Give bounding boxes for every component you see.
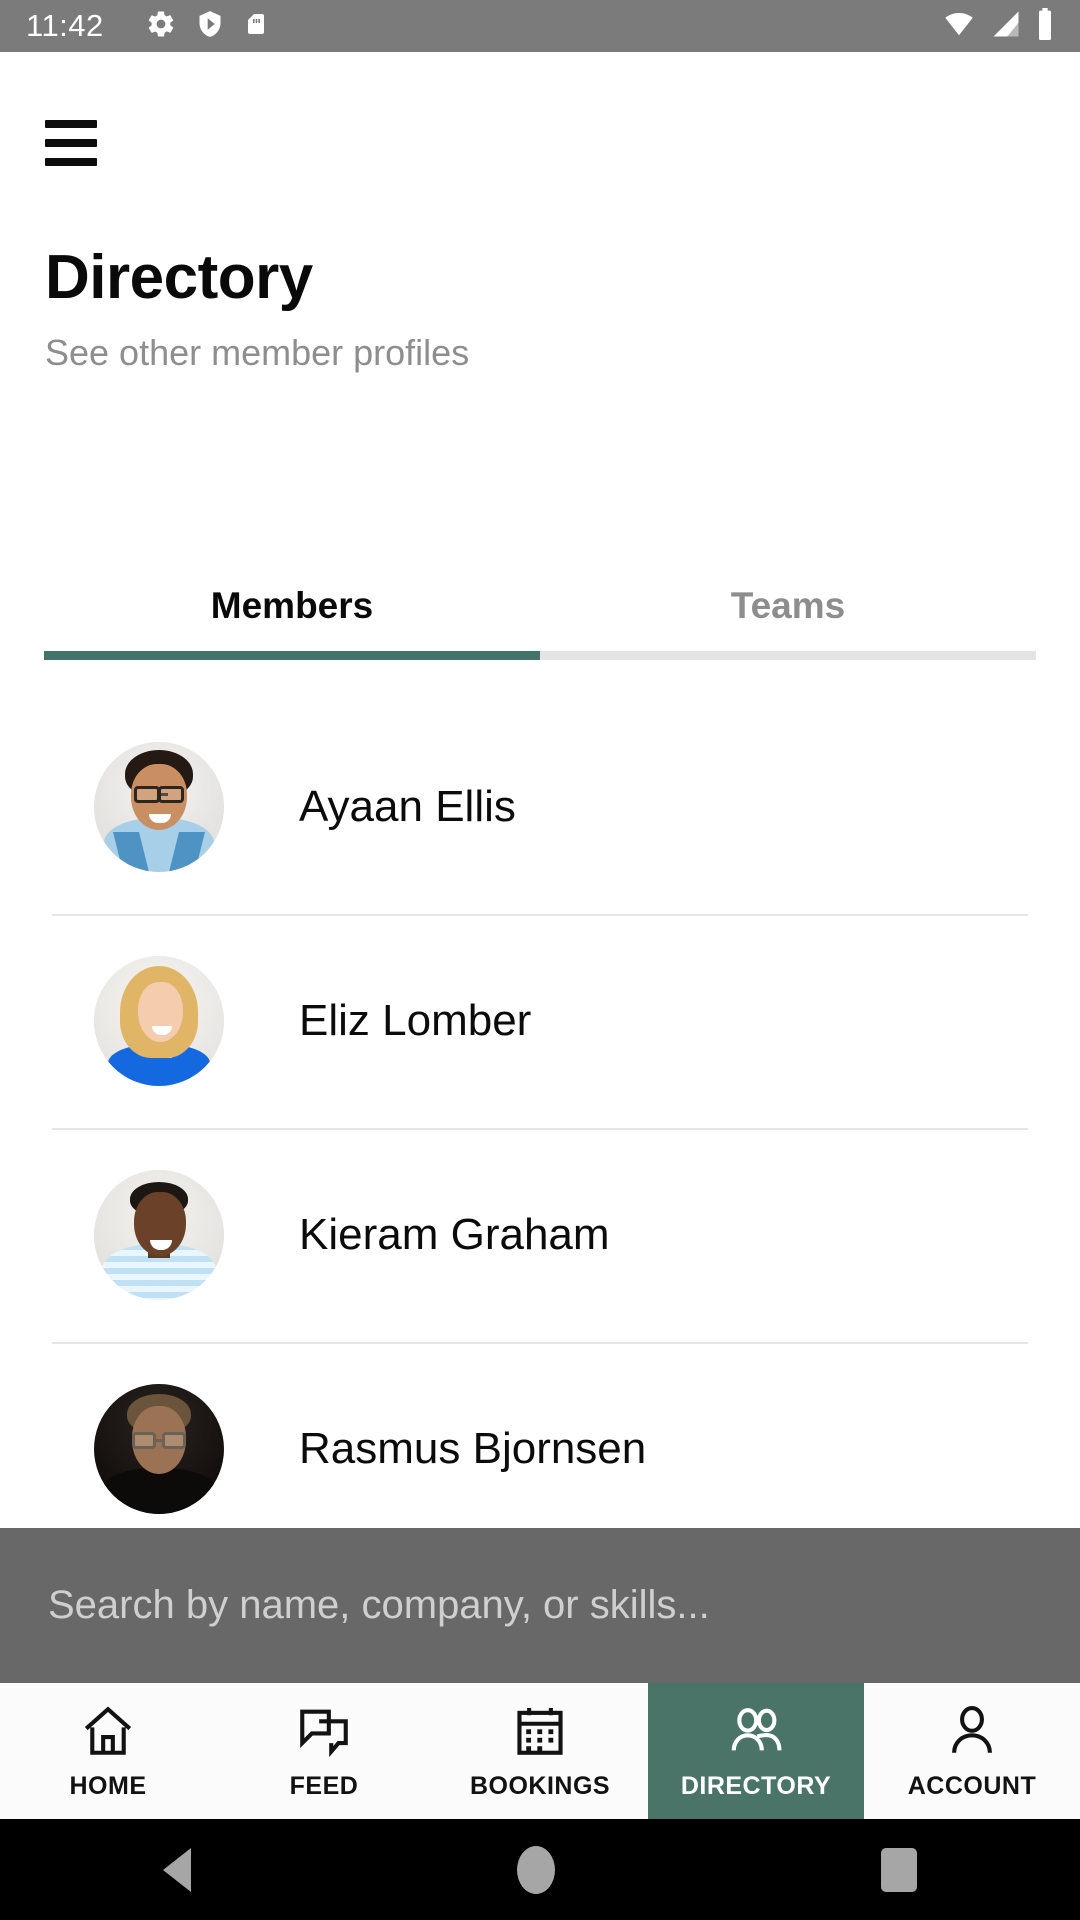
cellular-signal-icon (990, 9, 1022, 44)
search-placeholder: Search by name, company, or skills... (48, 1583, 710, 1627)
recents-square-icon[interactable] (881, 1847, 917, 1892)
battery-icon (1036, 7, 1054, 45)
nav-item-directory[interactable]: DIRECTORY (648, 1683, 864, 1819)
status-bar-right (942, 7, 1054, 45)
nav-label: HOME (69, 1771, 147, 1800)
member-name: Rasmus Bjornsen (299, 1424, 647, 1473)
sd-card-icon (244, 9, 268, 44)
member-name: Eliz Lomber (299, 996, 532, 1045)
status-bar-clock: 11:42 (26, 8, 104, 43)
status-bar-left: 11:42 (26, 8, 268, 44)
status-bar: 11:42 (0, 0, 1080, 52)
people-icon (727, 1702, 785, 1760)
nav-label: BOOKINGS (469, 1771, 611, 1800)
member-name: Ayaan Ellis (299, 782, 516, 831)
person-icon (943, 1702, 1001, 1760)
bottom-navigation: HOME FEED BOOKINGS DIRECTORY ACCOUNT (0, 1683, 1080, 1819)
tab-members[interactable]: Members (44, 585, 540, 651)
system-navigation-bar (0, 1819, 1080, 1920)
avatar (94, 1170, 224, 1300)
list-item[interactable]: Rasmus Bjornsen (0, 1342, 1080, 1556)
avatar (94, 1384, 224, 1514)
nav-item-account[interactable]: ACCOUNT (864, 1683, 1080, 1819)
wifi-icon (942, 9, 976, 44)
page-header: Directory See other member profiles (45, 245, 1035, 374)
home-circle-icon[interactable] (517, 1845, 555, 1894)
hamburger-bar (45, 158, 97, 166)
member-name: Kieram Graham (299, 1210, 610, 1259)
list-item[interactable]: Ayaan Ellis (0, 700, 1080, 914)
tab-teams[interactable]: Teams (540, 585, 1036, 651)
page-subtitle: See other member profiles (45, 332, 470, 374)
search-input[interactable]: Search by name, company, or skills... (0, 1528, 1080, 1683)
tab-labels: Members Teams (44, 585, 1036, 651)
member-list: Ayaan Ellis Eliz Lomber Kieram Graham Ra… (0, 700, 1080, 1556)
tab-indicator (44, 651, 1036, 660)
gear-icon (146, 9, 176, 44)
avatar (94, 956, 224, 1086)
tab-bar: Members Teams (44, 585, 1036, 660)
app-bar (0, 52, 1080, 172)
hamburger-bar (45, 120, 97, 128)
avatar (94, 742, 224, 872)
tab-indicator-active (44, 651, 540, 660)
nav-item-home[interactable]: HOME (0, 1683, 216, 1819)
home-icon (79, 1702, 137, 1760)
glasses-detail (132, 1432, 186, 1452)
hamburger-menu-icon[interactable] (45, 120, 97, 166)
back-triangle-icon[interactable] (163, 1847, 191, 1892)
nav-item-feed[interactable]: FEED (216, 1683, 432, 1819)
hamburger-bar (45, 139, 97, 147)
list-item[interactable]: Eliz Lomber (0, 914, 1080, 1128)
nav-label: FEED (289, 1771, 359, 1800)
page-title: Directory (45, 243, 313, 312)
calendar-icon (511, 1702, 569, 1760)
glasses-detail (134, 786, 184, 806)
shield-play-icon (196, 9, 224, 44)
nav-item-bookings[interactable]: BOOKINGS (432, 1683, 648, 1819)
tab-indicator-inactive (540, 651, 1036, 660)
nav-label: ACCOUNT (907, 1771, 1037, 1800)
nav-label: DIRECTORY (680, 1771, 832, 1800)
list-item[interactable]: Kieram Graham (0, 1128, 1080, 1342)
chat-bubbles-icon (295, 1702, 353, 1760)
